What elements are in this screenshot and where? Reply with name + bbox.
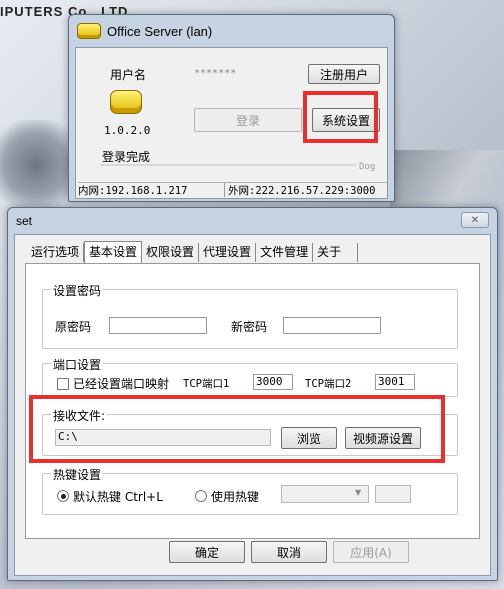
settings-tabs: 运行选项 基本设置 权限设置 代理设置 文件管理 关于	[27, 241, 359, 263]
highlight-box-system-settings	[303, 91, 378, 143]
custom-hotkey-label: 使用热键	[211, 490, 260, 504]
wan-ip-text: 外网:222.216.57.229:3000	[228, 185, 376, 197]
close-icon[interactable]: ✕	[461, 212, 489, 228]
custom-hotkey-extra-field[interactable]	[375, 485, 411, 503]
old-password-label: 原密码	[55, 320, 92, 334]
lan-ip-text: 内网:192.168.1.217	[78, 183, 225, 197]
watermark-text: Dog	[359, 162, 376, 172]
new-password-field[interactable]	[283, 317, 381, 334]
login-window-title: Office Server (lan)	[107, 23, 213, 39]
app-large-icon	[110, 90, 142, 114]
apply-button[interactable]: 应用(A)	[333, 541, 409, 563]
tcp-port2-field[interactable]: 3001	[375, 374, 415, 390]
login-button[interactable]: 登录	[194, 108, 302, 132]
tab-proxy-settings[interactable]: 代理设置	[199, 243, 257, 262]
tcp-port2-label: TCP端口2	[305, 378, 352, 390]
username-value: *******	[194, 68, 237, 79]
tab-about[interactable]: 关于	[313, 243, 359, 262]
tcp-port1-label: TCP端口1	[183, 378, 230, 390]
login-window-titlebar[interactable]: Office Server (lan)	[77, 21, 212, 41]
new-password-label: 新密码	[231, 320, 268, 334]
default-hotkey-label: 默认热键 Ctrl+L	[73, 490, 163, 504]
highlight-box-receive-file	[29, 395, 445, 463]
settings-window-title: set	[16, 214, 33, 228]
chevron-down-icon: ▼	[355, 488, 362, 497]
register-user-button[interactable]: 注册用户	[308, 64, 380, 84]
version-label: 1.0.2.0	[104, 124, 151, 137]
tab-run-options[interactable]: 运行选项	[27, 243, 85, 262]
ok-button[interactable]: 确定	[169, 541, 245, 563]
status-message: 登录完成	[102, 150, 151, 164]
username-label: 用户名	[110, 68, 147, 82]
default-hotkey-radio[interactable]	[57, 490, 69, 502]
port-mapped-label: 已经设置端口映射	[73, 377, 170, 391]
port-group: 端口设置 已经设置端口映射 TCP端口1 3000 TCP端口2 3001	[42, 356, 458, 397]
port-group-label: 端口设置	[51, 356, 104, 373]
ip-status-bar: 内网:192.168.1.217 外网:222.216.57.229:3000	[78, 182, 387, 197]
password-group-label: 设置密码	[51, 282, 104, 299]
old-password-field[interactable]	[109, 317, 207, 334]
app-logo-icon	[77, 23, 101, 39]
tab-permission-settings[interactable]: 权限设置	[142, 243, 200, 262]
port-mapped-checkbox[interactable]	[57, 378, 69, 390]
tab-file-management[interactable]: 文件管理	[256, 243, 314, 262]
hotkey-group-label: 热键设置	[51, 466, 104, 483]
settings-window: set ✕ 运行选项 基本设置 权限设置 代理设置 文件管理 关于 设置密码 原…	[7, 207, 498, 581]
tab-basic-settings[interactable]: 基本设置	[84, 241, 143, 263]
custom-hotkey-radio[interactable]	[195, 490, 207, 502]
hotkey-group: 热键设置 默认热键 Ctrl+L 使用热键 ▼	[42, 466, 458, 515]
cancel-button[interactable]: 取消	[251, 541, 327, 563]
password-group: 设置密码 原密码 新密码	[42, 282, 458, 349]
progress-divider	[100, 164, 356, 166]
tcp-port1-field[interactable]: 3000	[253, 374, 293, 390]
